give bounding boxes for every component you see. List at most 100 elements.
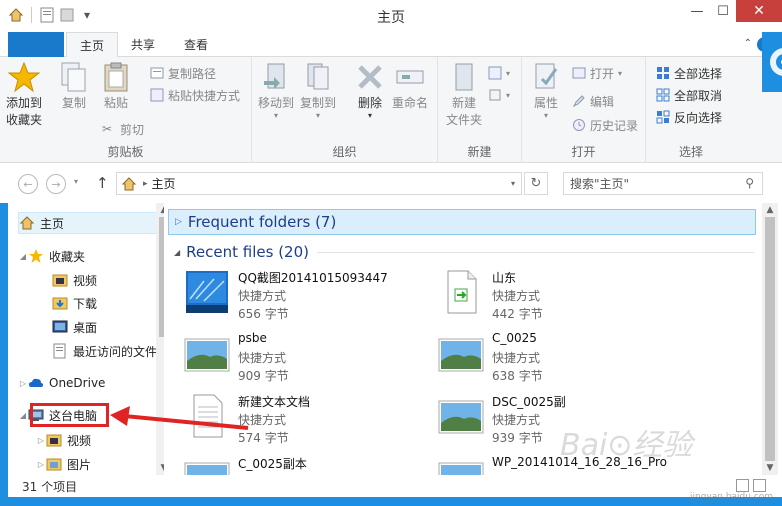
cut-button[interactable]: ✂ 剪切 [102, 119, 144, 139]
file-size: 656 字节 [238, 307, 289, 321]
search-placeholder: 搜索"主页" [570, 177, 630, 191]
address-box[interactable]: ▸ 主页 ▾ [116, 172, 522, 195]
up-button[interactable]: ↑ [96, 174, 109, 192]
nav-item-pc-videos[interactable]: ▷ 视频 [36, 429, 91, 451]
delete-label: 删除 [357, 96, 382, 110]
nav-item-videos[interactable]: 视频 [52, 269, 97, 291]
file-size: 638 字节 [492, 369, 543, 383]
collapse-icon[interactable]: ▷ [36, 460, 46, 469]
paste-button[interactable]: 粘贴 [100, 61, 132, 112]
nav-item-downloads[interactable]: 下载 [52, 292, 97, 314]
new-item-icon [488, 66, 502, 80]
nav-recent-label: 最近访问的文件 [73, 344, 158, 359]
back-button[interactable]: ← [18, 174, 38, 194]
edit-button[interactable]: 编辑 [572, 91, 614, 111]
nav-item-recent[interactable]: 最近访问的文件 [52, 340, 157, 362]
nav-item-favorites[interactable]: ◢ 收藏夹 [18, 245, 85, 267]
add-to-favorites-button[interactable]: 添加到 收藏夹 [6, 61, 42, 129]
invert-selection-label: 反向选择 [674, 110, 723, 125]
nav-home-label: 主页 [40, 216, 65, 231]
tab-home[interactable]: 主页 [66, 32, 118, 58]
watermark-logo: Bai⊙经验 [560, 428, 693, 463]
content-scroll-thumb[interactable] [765, 217, 775, 461]
collapse-icon: ◢ [174, 247, 181, 257]
forward-button[interactable]: → [46, 174, 66, 194]
star-icon [8, 61, 40, 93]
scroll-down-icon[interactable]: ▼ [156, 463, 164, 473]
properties-button[interactable]: 属性 ▾ [530, 61, 562, 120]
new-item-button[interactable]: ▾ [488, 63, 510, 83]
select-all-button[interactable]: 全部选择 [656, 63, 722, 83]
delete-button[interactable]: 删除 ▾ [354, 61, 386, 120]
select-group-label: 选择 [678, 145, 703, 159]
tab-view[interactable]: 查看 [170, 32, 222, 57]
status-bar: 31 个项目 [8, 475, 782, 497]
move-to-button[interactable]: 移动到 ▾ [258, 61, 294, 120]
recent-locations-icon[interactable]: ▾ [74, 177, 78, 186]
list-item[interactable]: QQ截图20141015093447 快捷方式 656 字节 [184, 269, 434, 331]
file-name: 山东 [492, 271, 517, 285]
new-folder-button[interactable]: 新建 文件夹 [446, 61, 482, 129]
list-item[interactable]: C_0025副本 [184, 455, 434, 475]
nav-pc-videos-label: 视频 [67, 433, 92, 448]
nav-item-pc-pictures[interactable]: ▷ 图片 [36, 453, 91, 475]
minimize-button[interactable]: — [684, 0, 710, 22]
paste-shortcut-icon [150, 88, 164, 102]
expand-icon[interactable]: ◢ [18, 252, 28, 261]
scroll-up-icon[interactable]: ▲ [762, 205, 778, 215]
refresh-button[interactable]: ↻ [524, 172, 548, 195]
tab-share[interactable]: 共享 [120, 32, 166, 57]
scroll-up-icon[interactable]: ▲ [156, 205, 164, 215]
watermark-url: jingyan.baidu.com [690, 492, 774, 502]
scissors-icon: ✂ [102, 122, 113, 136]
frequent-folders-header[interactable]: ▷ Frequent folders (7) [168, 209, 756, 235]
organize-group-label: 组织 [332, 145, 357, 159]
list-item[interactable]: 山东 快捷方式 442 字节 [438, 269, 688, 331]
open-button[interactable]: 打开 ▾ [572, 63, 622, 83]
rename-label: 重命名 [392, 96, 429, 110]
details-view-icon[interactable] [736, 479, 749, 492]
nav-desktop-label: 桌面 [73, 320, 98, 335]
close-button[interactable]: ✕ [736, 0, 782, 22]
copy-to-button[interactable]: 复制到 ▾ [300, 61, 336, 120]
nav-item-onedrive[interactable]: ▷ OneDrive [18, 372, 106, 394]
copy-to-icon [307, 63, 329, 90]
add-favorite-label: 添加到 [6, 96, 43, 110]
collapse-icon[interactable]: ▷ [18, 379, 28, 388]
maximize-button[interactable]: ☐ [710, 0, 736, 22]
history-icon [573, 119, 585, 131]
nav-item-desktop[interactable]: 桌面 [52, 316, 97, 338]
copy-button[interactable]: 复制 [58, 61, 90, 112]
list-item[interactable]: C_0025 快捷方式 638 字节 [438, 331, 688, 393]
paste-shortcut-button[interactable]: 粘贴快捷方式 [150, 85, 240, 105]
list-item[interactable]: psbe 快捷方式 909 字节 [184, 331, 434, 393]
breadcrumb-home[interactable]: 主页 [152, 175, 176, 192]
landscape-image-thumbnail [438, 400, 484, 434]
open-label: 打开 [590, 66, 615, 81]
cloud-icon [29, 378, 43, 387]
expand-icon[interactable]: ◢ [18, 411, 28, 420]
landscape-image-thumbnail [438, 338, 484, 372]
collapse-ribbon-icon[interactable]: ⌃ [744, 38, 752, 49]
file-name: C_0025 [492, 331, 537, 345]
easy-access-button[interactable]: ▾ [488, 85, 510, 105]
open-icon [572, 67, 586, 79]
scroll-down-icon[interactable]: ▼ [762, 463, 778, 473]
history-button[interactable]: 历史记录 [572, 115, 638, 135]
nav-item-home[interactable]: 主页 [18, 212, 160, 234]
recent-files-header[interactable]: ◢ Recent files (20) [174, 241, 754, 263]
invert-selection-button[interactable]: 反向选择 [656, 107, 722, 127]
rename-button[interactable]: 重命名 [392, 61, 428, 112]
select-none-label: 全部取消 [674, 88, 723, 103]
select-none-button[interactable]: 全部取消 [656, 85, 722, 105]
collapse-icon[interactable]: ▷ [36, 436, 46, 445]
nav-favorites-label: 收藏夹 [49, 249, 86, 264]
home-icon [19, 216, 35, 230]
search-input[interactable]: 搜索"主页" ⚲ [563, 172, 763, 195]
content-scrollbar[interactable]: ▲ ▼ [762, 203, 778, 475]
large-icons-view-icon[interactable] [753, 479, 766, 492]
star-icon [29, 249, 43, 263]
copy-path-button[interactable]: 复制路径 [150, 63, 216, 83]
file-type: 快捷方式 [492, 289, 541, 303]
address-dropdown-icon[interactable]: ▾ [511, 179, 515, 188]
